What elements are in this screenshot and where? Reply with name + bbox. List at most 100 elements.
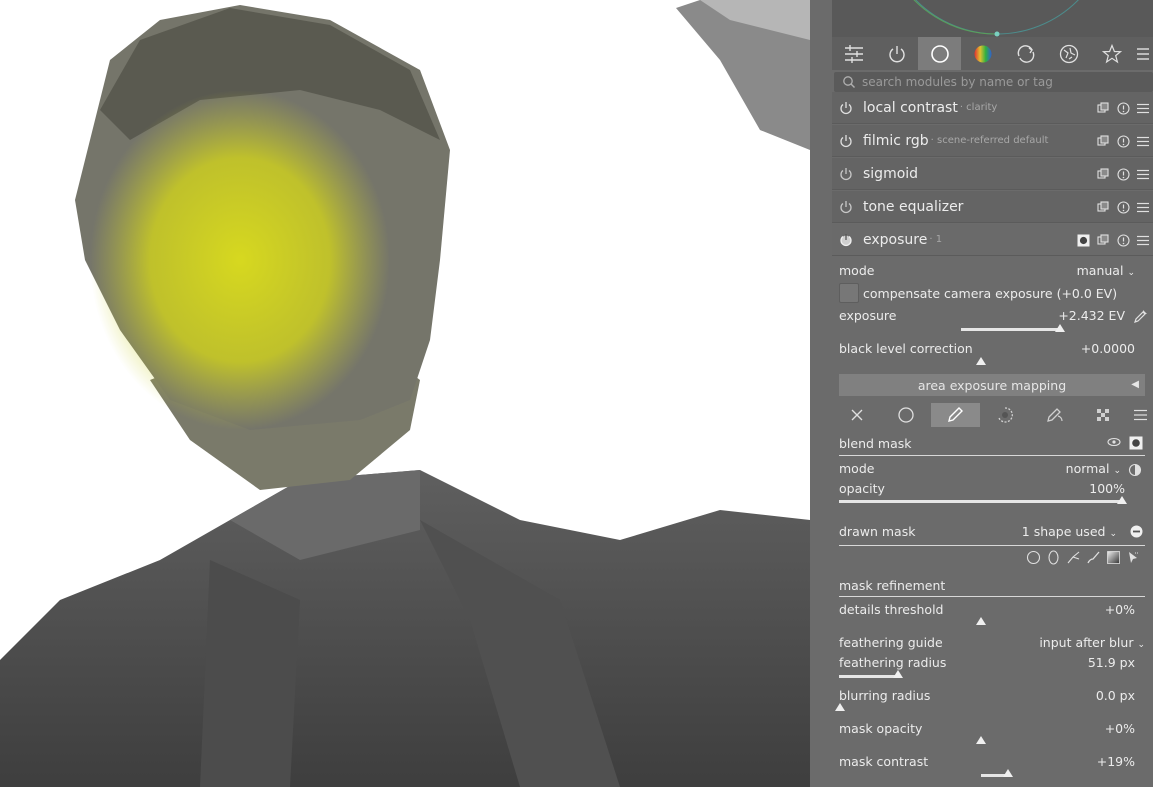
path-shape-button[interactable] [1066,550,1081,569]
mask-contrast-marker [1003,769,1013,777]
module-name: exposure [863,231,928,248]
correct-group-icon [1017,44,1034,63]
remove-shape-icon[interactable] [1130,525,1143,541]
blurring-radius-slider[interactable]: blurring radius 0.0 px [835,688,1145,716]
module-label: · clarity [959,102,998,113]
circle-shape-button[interactable] [1026,550,1041,569]
multi-instance-icon [1097,201,1109,212]
presets-button[interactable] [1135,100,1151,116]
blend-polarity-button[interactable] [1128,462,1142,477]
mode-value: manual [1076,263,1124,278]
statue-photo [0,0,810,787]
module-power-button[interactable] [835,134,857,148]
multi-instance-button[interactable] [1095,232,1111,248]
reset-button[interactable] [1115,133,1131,149]
quick-access-tab[interactable] [832,37,875,70]
multi-instance-icon [1097,102,1109,113]
blend-mode-label: mode [839,461,875,476]
brush-icon [1087,551,1100,564]
shape-tools [1026,550,1141,569]
presets-menu-tab[interactable] [1133,37,1153,70]
histogram-scope[interactable] [832,0,1153,37]
blend-menu-icon [1134,409,1148,421]
ellipse-shape-button[interactable] [1046,550,1061,569]
blend-parametric-mask-tab[interactable] [980,403,1029,427]
favorites-tab[interactable] [1090,37,1133,70]
collapse-arrow-icon: ◀ [1131,379,1139,390]
area-exposure-mapping-section[interactable]: area exposure mapping ◀ [839,374,1145,396]
module-exposure[interactable]: exposure · 1 [832,224,1153,256]
mask-contrast-slider[interactable]: mask contrast +19% [839,754,1145,782]
mode-value-wrap: manual ⌄ [1077,263,1135,278]
color-group-tab[interactable] [961,37,1004,70]
multi-instance-icon [1097,168,1109,179]
mask-refinement-section: mask refinement [839,578,1145,597]
base-group-tab[interactable] [918,37,961,70]
effects-group-tab[interactable] [1047,37,1090,70]
module-local-contrast[interactable]: local contrast · clarity [832,92,1153,124]
chevron-down-icon: ⌄ [1113,466,1121,476]
multi-instance-button[interactable] [1095,133,1111,149]
correct-group-tab[interactable] [1004,37,1047,70]
half-circle-icon [1128,463,1142,477]
mode-label: mode [839,263,875,278]
feathering-radius-slider[interactable]: feathering radius 51.9 px [839,655,1145,683]
search-input[interactable] [862,75,1152,89]
blend-uniformly-tab[interactable] [881,403,930,427]
module-power-button[interactable] [835,200,857,214]
compensate-exposure-checkbox[interactable] [839,283,859,303]
module-power-button[interactable] [835,167,857,181]
eye-icon[interactable] [1107,436,1121,451]
feathering-radius-marker [893,670,903,678]
module-power-button[interactable] [835,233,857,247]
multi-instance-button[interactable] [1095,100,1111,116]
active-modules-tab[interactable] [875,37,918,70]
edit-shapes-icon [1129,552,1139,563]
power-icon [840,200,852,213]
image-canvas[interactable] [0,0,810,787]
power-icon [840,134,852,147]
gradient-shape-button[interactable] [1106,550,1121,569]
reset-button[interactable] [1115,100,1131,116]
exposure-slider[interactable]: exposure +2.432 EV [839,308,1145,334]
drawn-parametric-mask-icon [1047,408,1063,422]
module-tone-equalizer[interactable]: tone equalizer [832,191,1153,223]
black-level-slider[interactable]: black level correction +0.0000 [839,341,1145,369]
reset-button[interactable] [1115,199,1131,215]
presets-button[interactable] [1135,232,1151,248]
black-level-label: black level correction [839,341,973,356]
blend-mask-title: blend mask [839,436,912,451]
details-threshold-slider[interactable]: details threshold +0% [839,602,1145,630]
brush-shape-button[interactable] [1086,550,1101,569]
blurring-radius-marker [835,703,845,711]
module-power-button[interactable] [835,101,857,115]
presets-button[interactable] [1135,166,1151,182]
drawn-mask-shapes-combobox[interactable]: 1 shape used ⌄ [1022,524,1117,539]
module-sigmoid[interactable]: sigmoid [832,158,1153,190]
module-name: sigmoid [863,165,919,182]
multi-instance-button[interactable] [1095,166,1111,182]
reset-button[interactable] [1115,166,1131,182]
mask-display-icon[interactable] [1129,436,1143,453]
drawn-mask-section: drawn mask 1 shape used ⌄ [839,524,1145,546]
black-level-value: +0.0000 [1080,341,1135,356]
color-picker-button[interactable] [1133,308,1149,324]
reset-icon [1116,134,1130,148]
blend-off-tab[interactable] [832,403,881,427]
parametric-mask-icon [998,407,1013,423]
presets-button[interactable] [1135,133,1151,149]
module-filmic-rgb[interactable]: filmic rgb · scene-referred default [832,125,1153,157]
blend-menu-tab[interactable] [1128,403,1153,427]
multi-instance-button[interactable] [1095,199,1111,215]
edit-shapes-button[interactable] [1126,550,1141,569]
blend-raster-mask-tab[interactable] [1079,403,1128,427]
mask-indicator-button[interactable] [1075,232,1091,248]
blend-drawn-mask-tab[interactable] [930,403,981,427]
mask-opacity-slider[interactable]: mask opacity +0% [839,721,1145,749]
blend-drawn-parametric-tab[interactable] [1029,403,1078,427]
uniformly-icon [898,407,914,423]
reset-button[interactable] [1115,232,1131,248]
presets-button[interactable] [1135,199,1151,215]
opacity-slider[interactable]: opacity 100% [839,481,1145,511]
feathering-guide-value: input after blur [1039,635,1134,650]
